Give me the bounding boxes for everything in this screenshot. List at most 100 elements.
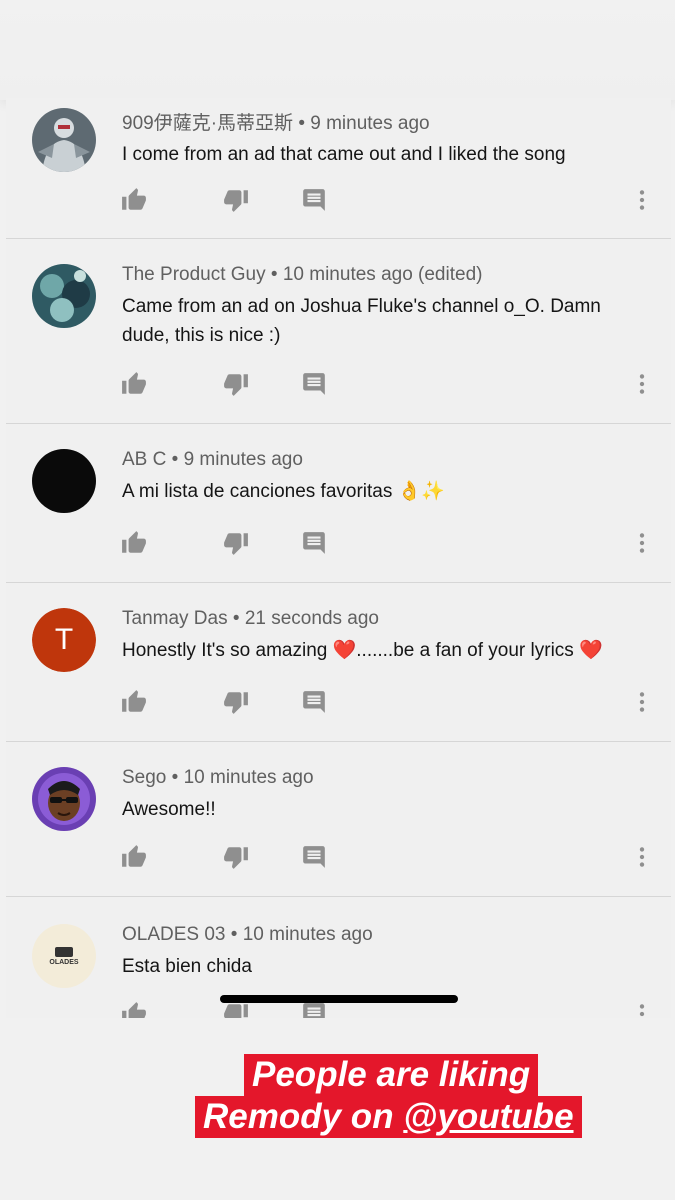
comment-time: 10 minutes ago (edited) xyxy=(282,264,483,285)
comment-meta: 909伊薩克·馬蒂亞斯 • 9 minutes ago xyxy=(122,108,430,135)
comments-panel: 909伊薩克·馬蒂亞斯 • 9 minutes ago I come from … xyxy=(6,98,671,1018)
like-button[interactable] xyxy=(120,1000,148,1018)
more-options-button[interactable] xyxy=(628,529,656,557)
comment-time: 10 minutes ago xyxy=(183,767,314,788)
comment-time: 21 seconds ago xyxy=(244,608,379,629)
comment-actions xyxy=(6,529,671,559)
author-name[interactable]: AB C xyxy=(122,449,166,470)
reply-comment-icon xyxy=(303,1003,325,1018)
comment-meta: OLADES 03 • 10 minutes ago xyxy=(122,924,373,946)
dislike-button[interactable] xyxy=(222,370,250,398)
avatar[interactable]: T xyxy=(32,608,96,672)
comment-meta: Tanmay Das • 21 seconds ago xyxy=(122,608,379,630)
avatar-text: OLADES xyxy=(49,958,79,966)
comment-actions xyxy=(6,688,671,718)
meta-separator: • xyxy=(171,449,179,470)
like-button[interactable] xyxy=(120,529,148,557)
dislike-button[interactable] xyxy=(222,186,250,214)
thumb-down-icon xyxy=(224,374,248,396)
comment-text: A mi lista de canciones favoritas 👌✨ xyxy=(122,481,445,502)
dislike-button[interactable] xyxy=(222,688,250,716)
meta-separator: • xyxy=(171,767,179,788)
comment-actions xyxy=(6,843,671,873)
reply-button[interactable] xyxy=(300,843,328,871)
comment-item: The Product Guy • 10 minutes ago (edited… xyxy=(6,240,671,424)
more-options-button[interactable] xyxy=(628,843,656,871)
avatar[interactable]: OLADES xyxy=(32,924,96,988)
comment-item: 909伊薩克·馬蒂亞斯 • 9 minutes ago I come from … xyxy=(6,98,671,239)
comment-time: 9 minutes ago xyxy=(310,113,430,134)
meta-separator: • xyxy=(230,924,238,945)
like-button[interactable] xyxy=(120,186,148,214)
author-name[interactable]: Tanmay Das xyxy=(122,608,228,629)
avatar-letter: T xyxy=(54,623,74,656)
author-name[interactable]: 909伊薩克·馬蒂亞斯 xyxy=(122,113,293,134)
more-options-button[interactable] xyxy=(628,370,656,398)
reply-comment-icon xyxy=(303,532,325,554)
meta-separator: • xyxy=(270,264,278,285)
thumb-up-icon xyxy=(122,531,146,553)
thumb-up-icon xyxy=(122,372,146,394)
reply-button[interactable] xyxy=(300,186,328,214)
thumb-down-icon xyxy=(224,533,248,555)
avatar[interactable] xyxy=(32,449,96,513)
comment-item: T Tanmay Das • 21 seconds ago Honestly I… xyxy=(6,584,671,742)
comment-meta: AB C • 9 minutes ago xyxy=(122,449,303,471)
thumb-down-icon xyxy=(224,847,248,869)
meta-separator: • xyxy=(232,608,240,629)
comment-text: Honestly It's so amazing ❤️.......be a f… xyxy=(122,640,603,661)
thumb-up-icon xyxy=(122,845,146,867)
reply-button[interactable] xyxy=(300,688,328,716)
thumb-up-icon xyxy=(122,188,146,210)
author-name[interactable]: Sego xyxy=(122,767,166,788)
comment-actions xyxy=(6,186,671,216)
comment-text: I come from an ad that came out and I li… xyxy=(122,144,566,165)
thumb-up-icon xyxy=(122,1002,146,1018)
reply-button[interactable] xyxy=(300,529,328,557)
comment-time: 10 minutes ago xyxy=(242,924,373,945)
like-button[interactable] xyxy=(120,370,148,398)
more-vertical-icon xyxy=(639,1004,645,1017)
more-vertical-icon xyxy=(639,190,645,210)
like-button[interactable] xyxy=(120,843,148,871)
reply-comment-icon xyxy=(303,189,325,211)
author-name[interactable]: The Product Guy xyxy=(122,264,266,285)
author-name[interactable]: OLADES 03 xyxy=(122,924,226,945)
more-vertical-icon xyxy=(639,847,645,867)
mention-link[interactable]: @youtube xyxy=(403,1097,573,1136)
cassette-icon xyxy=(55,946,73,957)
comment-item: Sego • 10 minutes ago Awesome!! xyxy=(6,743,671,897)
avatar[interactable] xyxy=(32,108,96,172)
thumb-down-icon xyxy=(224,692,248,714)
more-vertical-icon xyxy=(639,692,645,712)
story-caption-line-2: Remody on @youtube xyxy=(195,1096,582,1138)
reply-comment-icon xyxy=(303,691,325,713)
comment-item: AB C • 9 minutes ago A mi lista de canci… xyxy=(6,425,671,583)
story-caption-line-1: People are liking xyxy=(244,1054,539,1096)
comment-time: 9 minutes ago xyxy=(183,449,303,470)
like-button[interactable] xyxy=(120,688,148,716)
home-indicator[interactable] xyxy=(220,995,458,1003)
thumb-down-icon xyxy=(224,190,248,212)
comment-text: Awesome!! xyxy=(122,799,216,820)
top-bar xyxy=(0,0,675,100)
dislike-button[interactable] xyxy=(222,529,250,557)
dislike-button[interactable] xyxy=(222,843,250,871)
comment-text: Esta bien chida xyxy=(122,956,252,977)
caption-text: Remody on xyxy=(203,1097,404,1136)
more-options-button[interactable] xyxy=(628,688,656,716)
thumb-down-icon xyxy=(224,1004,248,1018)
meta-separator: • xyxy=(298,113,305,134)
reply-comment-icon xyxy=(303,373,325,395)
avatar[interactable] xyxy=(32,264,96,328)
more-options-button[interactable] xyxy=(628,186,656,214)
comment-actions xyxy=(6,370,671,400)
comment-text: Came from an ad on Joshua Fluke's channe… xyxy=(122,296,601,346)
reply-button[interactable] xyxy=(300,370,328,398)
thumb-up-icon xyxy=(122,690,146,712)
avatar[interactable] xyxy=(32,767,96,831)
reply-comment-icon xyxy=(303,846,325,868)
comment-meta: Sego • 10 minutes ago xyxy=(122,767,314,789)
more-vertical-icon xyxy=(639,374,645,394)
more-options-button[interactable] xyxy=(628,1000,656,1018)
